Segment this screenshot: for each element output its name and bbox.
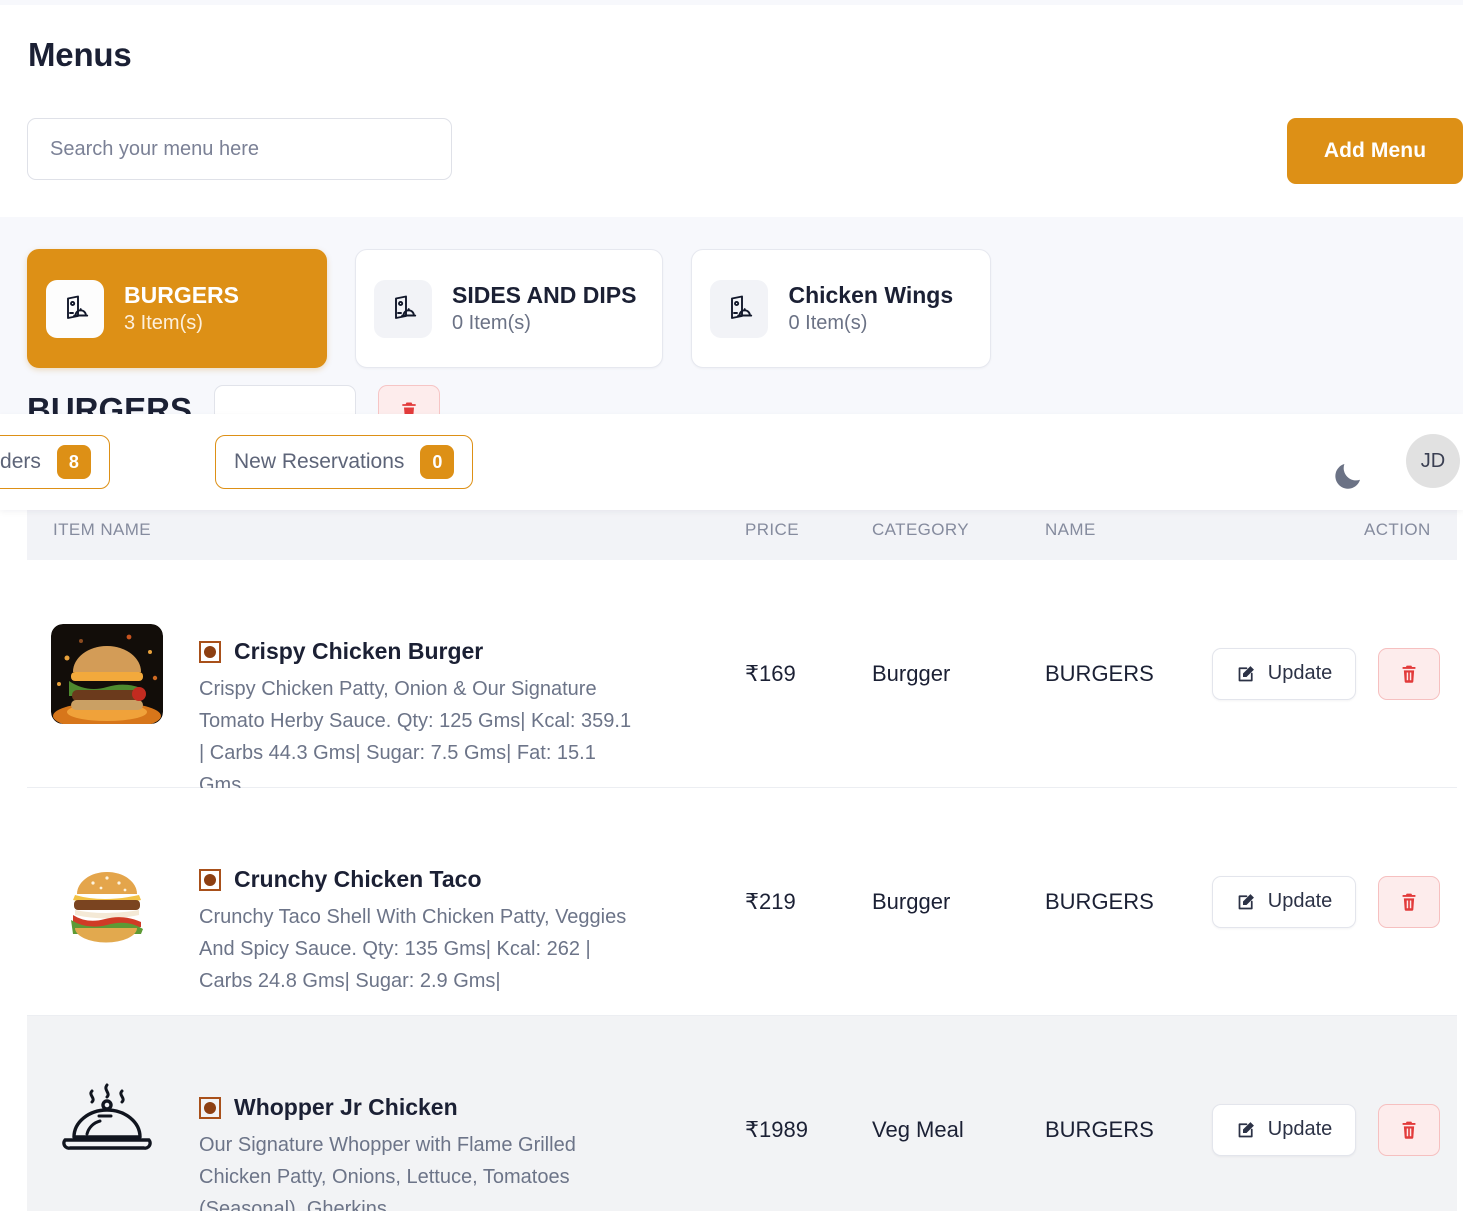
page-title: Menus — [28, 36, 132, 73]
menu-card-icon — [46, 279, 104, 338]
column-header-name: NAME — [1045, 520, 1096, 539]
column-header-action: ACTION — [1364, 520, 1431, 539]
table-row[interactable]: Crunchy Chicken Taco Crunchy Taco Shell … — [27, 788, 1457, 1016]
update-button-label: Update — [1267, 662, 1333, 684]
trash-icon — [1402, 893, 1416, 911]
table-header-row: ITEM NAME PRICE CATEGORY NAME ACTION — [27, 505, 1457, 560]
new-reservations-pill[interactable]: New Reservations 0 — [215, 435, 474, 489]
table-row[interactable]: Whopper Jr Chicken Our Signature Whopper… — [27, 1016, 1457, 1211]
item-menu-name: BURGERS — [1045, 1116, 1154, 1142]
menu-items-table: ITEM NAME PRICE CATEGORY NAME ACTION Cri… — [27, 505, 1457, 1211]
row-actions: Update — [1212, 1103, 1440, 1156]
update-button-label: Update — [1267, 890, 1333, 912]
item-title-line: Crispy Chicken Burger — [199, 638, 639, 665]
trash-icon — [1402, 665, 1416, 683]
item-category: Burgger — [872, 660, 951, 686]
update-button[interactable]: Update — [1212, 647, 1356, 700]
edit-square-icon — [1238, 1122, 1254, 1138]
menus-page: Menus Add Menu BURGERS — [0, 0, 1463, 1211]
category-card-text: SIDES AND DIPS 0 Item(s) — [452, 282, 636, 335]
item-title-line: Crunchy Chicken Taco — [199, 866, 639, 893]
delete-button[interactable] — [1378, 1103, 1440, 1156]
update-button[interactable]: Update — [1212, 875, 1356, 928]
item-category: Burgger — [872, 888, 951, 914]
new-reservations-label: New Reservations — [234, 450, 405, 473]
item-thumbnail — [50, 617, 164, 731]
non-veg-indicator-icon — [199, 640, 221, 663]
moon-icon[interactable] — [1330, 458, 1366, 494]
category-card-burgers[interactable]: BURGERS 3 Item(s) — [27, 249, 327, 368]
item-info: Whopper Jr Chicken Our Signature Whopper… — [199, 1094, 639, 1211]
item-price: ₹169 — [745, 660, 796, 686]
table-row[interactable]: Crispy Chicken Burger Crispy Chicken Pat… — [27, 560, 1457, 796]
item-thumbnail — [50, 1073, 164, 1187]
today-orders-badge: 8 — [56, 445, 91, 479]
new-reservations-badge: 0 — [420, 445, 455, 479]
today-orders-pill[interactable]: day Orders 8 — [0, 435, 110, 489]
burger-white-photo — [51, 851, 163, 952]
column-header-category: CATEGORY — [872, 520, 970, 539]
page-header: Menus Add Menu — [0, 5, 1463, 217]
category-card-chicken-wings[interactable]: Chicken Wings 0 Item(s) — [691, 249, 992, 368]
row-actions: Update — [1212, 647, 1440, 700]
item-title: Crispy Chicken Burger — [234, 638, 484, 664]
item-description: Crunchy Taco Shell With Chicken Patty, V… — [199, 906, 627, 992]
item-category: Veg Meal — [872, 1116, 964, 1142]
category-name: SIDES AND DIPS — [452, 282, 637, 308]
search-input[interactable] — [27, 118, 452, 180]
update-button-label: Update — [1267, 1118, 1333, 1140]
item-title: Crunchy Chicken Taco — [234, 866, 482, 892]
category-card-sides-and-dips[interactable]: SIDES AND DIPS 0 Item(s) — [355, 249, 664, 368]
menu-card-icon — [374, 279, 432, 338]
category-name: BURGERS — [124, 282, 240, 308]
row-actions: Update — [1212, 875, 1440, 928]
delete-button[interactable] — [1378, 875, 1440, 928]
item-info: Crunchy Chicken Taco Crunchy Taco Shell … — [199, 866, 639, 997]
item-price: ₹1989 — [745, 1116, 808, 1142]
item-menu-name: BURGERS — [1045, 660, 1154, 686]
item-thumbnail — [50, 845, 164, 959]
update-button[interactable]: Update — [1212, 1103, 1356, 1156]
add-menu-button[interactable]: Add Menu — [1287, 118, 1463, 184]
category-card-text: BURGERS 3 Item(s) — [124, 282, 239, 335]
item-price: ₹219 — [745, 888, 796, 914]
avatar[interactable]: JD — [1406, 434, 1460, 488]
category-card-text: Chicken Wings 0 Item(s) — [788, 282, 953, 335]
item-info: Crispy Chicken Burger Crispy Chicken Pat… — [199, 638, 639, 801]
trash-icon — [1402, 1121, 1416, 1139]
menu-card-icon — [710, 279, 769, 338]
column-header-price: PRICE — [745, 520, 799, 539]
category-count: 3 Item(s) — [124, 312, 203, 334]
category-card-list: BURGERS 3 Item(s) SIDES AND DIPS 0 Item(… — [27, 249, 992, 368]
category-count: 0 Item(s) — [452, 312, 531, 334]
category-name: Chicken Wings — [788, 282, 954, 308]
today-orders-label: day Orders — [0, 450, 41, 473]
item-title: Whopper Jr Chicken — [234, 1094, 458, 1120]
non-veg-indicator-icon — [199, 868, 221, 891]
edit-square-icon — [1238, 894, 1254, 910]
item-description: Crispy Chicken Patty, Onion & Our Signat… — [199, 678, 632, 796]
sticky-topbar: day Orders 8 New Reservations 0 — [0, 414, 1463, 510]
item-title-line: Whopper Jr Chicken — [199, 1094, 639, 1121]
non-veg-indicator-icon — [199, 1096, 221, 1119]
cloche-placeholder-icon — [62, 1083, 152, 1150]
delete-button[interactable] — [1378, 647, 1440, 700]
category-count: 0 Item(s) — [788, 312, 868, 334]
burger-dark-photo — [51, 623, 163, 724]
item-menu-name: BURGERS — [1045, 888, 1154, 914]
edit-square-icon — [1238, 666, 1254, 682]
column-header-item-name: ITEM NAME — [53, 520, 152, 539]
item-description: Our Signature Whopper with Flame Grilled… — [199, 1134, 576, 1211]
